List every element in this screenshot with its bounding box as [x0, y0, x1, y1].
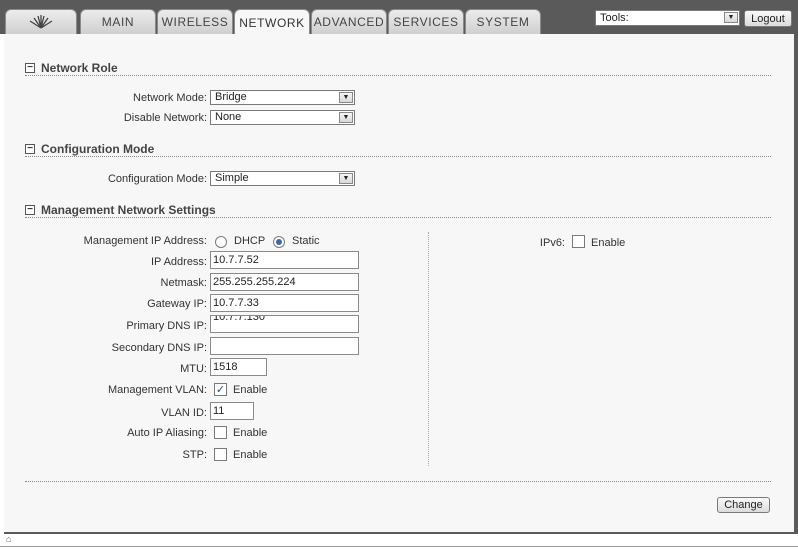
- static-radio[interactable]: [273, 236, 285, 248]
- resize-grip-icon: ⌂: [6, 534, 12, 544]
- mtu-label: MTU:: [180, 363, 207, 375]
- logo-tab[interactable]: [5, 9, 77, 34]
- section-divider: [25, 156, 771, 157]
- auto-ip-aliasing-label: Auto IP Aliasing:: [127, 427, 207, 439]
- gateway-ip-label: Gateway IP:: [147, 298, 207, 310]
- collapse-icon[interactable]: −: [25, 205, 35, 215]
- chevron-down-icon: ▼: [339, 92, 353, 103]
- panel-bottom-border: [4, 532, 798, 534]
- primary-dns-value: 10.7.7.130: [213, 315, 265, 323]
- vlan-id-input[interactable]: 11: [210, 402, 254, 420]
- management-settings-title: Management Network Settings: [41, 203, 216, 217]
- tab-main[interactable]: MAIN: [80, 9, 156, 34]
- management-ip-label: Management IP Address:: [83, 235, 207, 247]
- logout-button[interactable]: Logout: [744, 10, 792, 27]
- secondary-dns-input[interactable]: [210, 337, 359, 355]
- tab-wireless[interactable]: WIRELESS: [157, 9, 233, 34]
- network-mode-select[interactable]: Bridge ▼: [210, 90, 355, 105]
- checkmark-icon: ✓: [215, 384, 226, 396]
- collapse-icon[interactable]: −: [25, 144, 35, 154]
- management-vlan-label: Management VLAN:: [107, 384, 207, 396]
- ipv6-enable-label: Enable: [591, 237, 626, 249]
- footer-divider: [25, 481, 771, 482]
- chevron-down-icon: ▼: [724, 12, 738, 23]
- mtu-input[interactable]: 1518: [210, 358, 267, 376]
- section-divider: [25, 217, 771, 218]
- secondary-dns-label: Secondary DNS IP:: [111, 342, 207, 354]
- configuration-mode-title: Configuration Mode: [41, 142, 155, 156]
- configuration-mode-label: Configuration Mode:: [107, 173, 207, 185]
- netmask-label: Netmask:: [160, 277, 207, 289]
- configuration-mode-header[interactable]: − Configuration Mode: [25, 141, 154, 157]
- configuration-mode-value: Simple: [215, 172, 249, 184]
- management-vlan-enable-label: Enable: [233, 384, 268, 396]
- management-settings-header[interactable]: − Management Network Settings: [25, 202, 216, 218]
- stp-checkbox[interactable]: [214, 448, 227, 461]
- vlan-id-label: VLAN ID:: [161, 407, 207, 419]
- network-mode-label: Network Mode:: [133, 92, 207, 104]
- status-strip-line: [0, 546, 798, 547]
- ip-address-label: IP Address:: [150, 256, 207, 268]
- chevron-down-icon: ▼: [339, 173, 353, 184]
- chevron-down-icon: ▼: [339, 112, 353, 123]
- section-divider: [25, 75, 771, 76]
- network-mode-value: Bridge: [215, 91, 247, 103]
- panel-right-border: [794, 34, 798, 534]
- management-vlan-checkbox[interactable]: ✓: [214, 383, 227, 396]
- change-button[interactable]: Change: [717, 497, 770, 513]
- auto-ip-aliasing-checkbox[interactable]: [214, 426, 227, 439]
- disable-network-value: None: [215, 111, 242, 123]
- ipv6-checkbox[interactable]: [572, 235, 585, 248]
- ipv6-label: IPv6:: [539, 237, 565, 249]
- auto-ip-aliasing-enable-label: Enable: [233, 427, 268, 439]
- tools-select[interactable]: Tools: ▼: [595, 10, 740, 26]
- stp-enable-label: Enable: [233, 449, 268, 461]
- configuration-mode-select[interactable]: Simple ▼: [210, 171, 355, 186]
- column-divider: [428, 232, 429, 466]
- ubiquiti-logo-icon: [29, 15, 53, 29]
- disable-network-select[interactable]: None ▼: [210, 110, 355, 125]
- content-panel: [4, 34, 794, 532]
- tools-select-value: Tools:: [600, 12, 629, 24]
- network-role-header[interactable]: − Network Role: [25, 60, 118, 76]
- tab-services[interactable]: SERVICES: [388, 9, 464, 34]
- static-label: Static: [292, 235, 320, 247]
- radio-selected-dot: [276, 239, 282, 245]
- primary-dns-label: Primary DNS IP:: [126, 320, 207, 332]
- ip-address-input[interactable]: 10.7.7.52: [210, 251, 359, 269]
- collapse-icon[interactable]: −: [25, 63, 35, 73]
- tab-network[interactable]: NETWORK: [234, 9, 310, 35]
- dhcp-radio[interactable]: [215, 236, 227, 248]
- tab-advanced[interactable]: ADVANCED: [311, 9, 387, 34]
- tab-system[interactable]: SYSTEM: [465, 9, 541, 34]
- dhcp-label: DHCP: [234, 235, 266, 247]
- netmask-input[interactable]: 255.255.255.224: [210, 273, 359, 291]
- network-role-title: Network Role: [41, 61, 118, 75]
- primary-dns-input[interactable]: 10.7.7.130: [210, 315, 359, 333]
- disable-network-label: Disable Network:: [123, 112, 207, 124]
- gateway-ip-input[interactable]: 10.7.7.33: [210, 294, 359, 312]
- stp-label: STP:: [182, 449, 207, 461]
